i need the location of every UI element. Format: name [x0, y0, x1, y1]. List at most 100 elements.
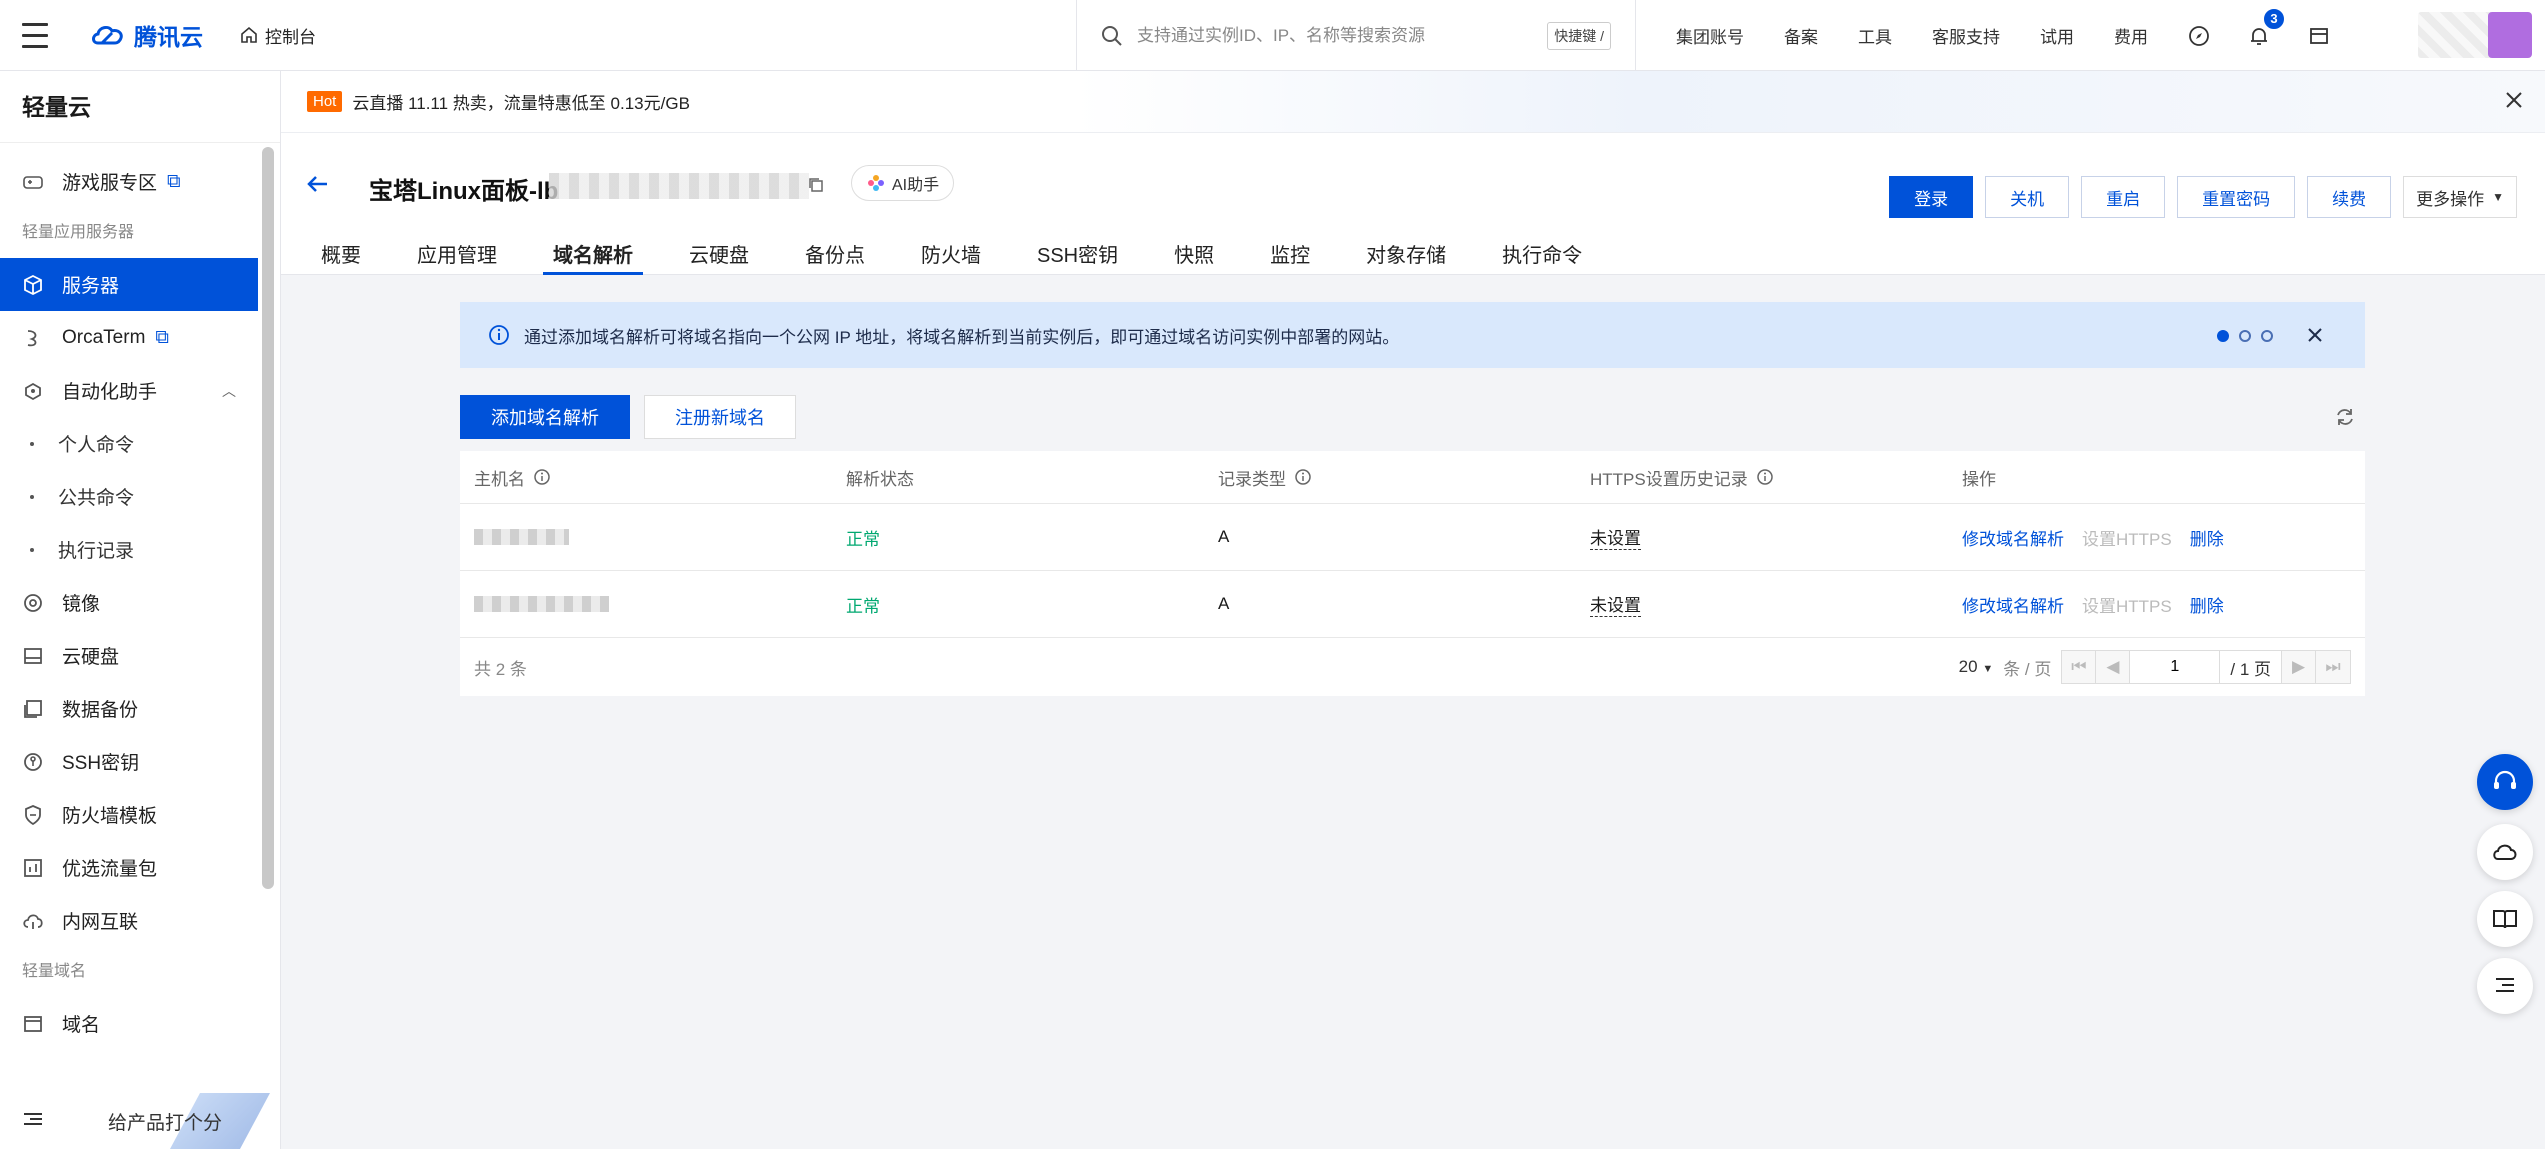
hostname-blurred	[474, 596, 609, 612]
operations-cell: 修改域名解析 设置HTTPS 删除	[1948, 525, 2365, 550]
domain-icon	[22, 1013, 44, 1035]
search-input[interactable]	[1137, 25, 1548, 46]
add-dns-button[interactable]: 添加域名解析	[460, 395, 630, 439]
cart-icon[interactable]	[2308, 25, 2330, 47]
compass-icon[interactable]	[2188, 25, 2210, 47]
docs-button[interactable]	[2477, 891, 2533, 947]
sidebar: 轻量云 游戏服专区 ⧉ 轻量应用服务器 服务器 OrcaTerm ⧉ 自动化助手…	[0, 71, 281, 1149]
sidebar-subitem-personal[interactable]: 个人命令	[0, 417, 258, 470]
sidebar-item-ssh[interactable]: SSH密钥	[0, 735, 258, 788]
first-page-icon[interactable]: ⏮	[2062, 651, 2097, 683]
nav-billing[interactable]: 费用	[2114, 23, 2148, 48]
cloud-icon	[2493, 844, 2517, 860]
bell-icon[interactable]: 3	[2248, 6, 2286, 47]
backup-icon	[22, 698, 44, 720]
prev-page-icon[interactable]: ◀	[2096, 651, 2131, 683]
more-actions-dropdown[interactable]: 更多操作 ▼	[2403, 176, 2517, 218]
cloud-service-button[interactable]	[2477, 824, 2533, 880]
tab-dns[interactable]: 域名解析	[543, 231, 643, 275]
per-page-label: 条 / 页	[2003, 659, 2052, 679]
total-count: 共 2 条	[474, 659, 527, 679]
notice-dot[interactable]	[2217, 330, 2229, 342]
tab-disk[interactable]: 云硬盘	[689, 231, 749, 275]
reset-password-button[interactable]: 重置密码	[2177, 176, 2296, 218]
tab-backup[interactable]: 备份点	[805, 231, 865, 275]
renew-button[interactable]: 续费	[2307, 176, 2392, 218]
sidebar-item-domain[interactable]: 域名	[0, 997, 258, 1050]
delete-link[interactable]: 删除	[2190, 525, 2224, 550]
sidebar-item-automation[interactable]: 自动化助手 ︿	[0, 364, 258, 417]
refresh-icon[interactable]	[2334, 406, 2356, 433]
sidebar-item-disk[interactable]: 云硬盘	[0, 629, 258, 682]
delete-link[interactable]: 删除	[2190, 592, 2224, 617]
shutdown-button[interactable]: 关机	[1985, 176, 2070, 218]
shortcut-hint: 快捷键 /	[1547, 21, 1611, 50]
avatar[interactable]	[2488, 12, 2532, 58]
nav-trial[interactable]: 试用	[2040, 23, 2074, 48]
rate-product-link[interactable]: 给产品打个分	[108, 1108, 222, 1135]
tab-ssh[interactable]: SSH密钥	[1037, 231, 1118, 275]
sidebar-item-game[interactable]: 游戏服专区 ⧉	[0, 155, 258, 208]
sidebar-item-intranet[interactable]: 内网互联	[0, 894, 258, 947]
sidebar-subitem-history[interactable]: 执行记录	[0, 523, 258, 576]
restart-button[interactable]: 重启	[2081, 176, 2166, 218]
last-page-icon[interactable]: ⏭	[2316, 651, 2350, 683]
list-icon	[2496, 978, 2514, 992]
tab-monitor[interactable]: 监控	[1270, 231, 1310, 275]
tab-apps[interactable]: 应用管理	[417, 231, 497, 275]
ai-assistant-button[interactable]: AI助手	[851, 165, 955, 201]
next-page-icon[interactable]: ▶	[2282, 651, 2316, 683]
tab-firewall[interactable]: 防火墙	[921, 231, 981, 275]
sidebar-item-image[interactable]: 镜像	[0, 576, 258, 629]
disc-icon	[22, 592, 44, 614]
edit-dns-link[interactable]: 修改域名解析	[1962, 525, 2064, 550]
close-icon[interactable]	[2503, 89, 2525, 116]
sidebar-scrollbar[interactable]	[262, 147, 274, 889]
customer-service-button[interactable]	[2477, 754, 2533, 810]
copy-icon[interactable]	[807, 176, 825, 199]
sidebar-footer: 给产品打个分	[0, 1093, 281, 1149]
notice-dot[interactable]	[2261, 330, 2273, 342]
notice-dot[interactable]	[2239, 330, 2251, 342]
sidebar-item-firewall[interactable]: 防火墙模板	[0, 788, 258, 841]
login-button[interactable]: 登录	[1889, 176, 1974, 218]
nav-filing[interactable]: 备案	[1784, 23, 1818, 48]
tab-snapshot[interactable]: 快照	[1174, 231, 1214, 275]
sidebar-item-backup[interactable]: 数据备份	[0, 682, 258, 735]
back-arrow-icon[interactable]	[305, 171, 331, 202]
sidebar-item-server[interactable]: 服务器	[0, 258, 258, 311]
sidebar-subitem-public[interactable]: 公共命令	[0, 470, 258, 523]
nav-support[interactable]: 客服支持	[1932, 23, 2000, 48]
https-status[interactable]: 未设置	[1590, 591, 1641, 617]
collapse-menu-icon[interactable]	[22, 1108, 44, 1135]
promo-text[interactable]: 云直播 11.11 热卖，流量特惠低至 0.13元/GB	[352, 89, 690, 114]
info-icon[interactable]	[1294, 468, 1312, 486]
info-icon[interactable]	[1756, 468, 1774, 486]
tab-command[interactable]: 执行命令	[1502, 231, 1582, 275]
page-size-select[interactable]: 20 ▼	[1959, 657, 1994, 677]
sidebar-item-traffic[interactable]: 优选流量包	[0, 841, 258, 894]
account-name-blurred[interactable]	[2418, 12, 2493, 58]
edit-dns-link[interactable]: 修改域名解析	[1962, 592, 2064, 617]
register-domain-button[interactable]: 注册新域名	[644, 395, 796, 439]
ai-sparkle-icon	[868, 175, 884, 191]
close-icon[interactable]	[2305, 325, 2325, 350]
tab-overview[interactable]: 概要	[321, 231, 361, 275]
brand-logo[interactable]: 腾讯云	[90, 18, 203, 52]
info-icon[interactable]	[533, 468, 551, 486]
record-type-cell: A	[1218, 527, 1230, 546]
nav-tools[interactable]: 工具	[1858, 23, 1892, 48]
https-status[interactable]: 未设置	[1590, 524, 1641, 550]
table-row: 正常 A 未设置 修改域名解析 设置HTTPS 删除	[460, 571, 2365, 638]
menu-icon[interactable]	[0, 0, 70, 71]
home-icon	[241, 26, 257, 43]
table-footer: 共 2 条 20 ▼ 条 / 页 ⏮ ◀ / 1 页 ▶ ⏭	[460, 638, 2365, 696]
nav-group-account[interactable]: 集团账号	[1676, 23, 1744, 48]
console-link[interactable]: 控制台	[239, 23, 316, 48]
sidebar-item-orcaterm[interactable]: OrcaTerm ⧉	[0, 311, 258, 364]
tab-cos[interactable]: 对象存储	[1366, 231, 1446, 275]
caret-down-icon: ▼	[1982, 663, 1994, 675]
col-operations: 操作	[1948, 465, 2365, 490]
outline-button[interactable]	[2477, 958, 2533, 1014]
page-number-input[interactable]	[2130, 651, 2221, 683]
